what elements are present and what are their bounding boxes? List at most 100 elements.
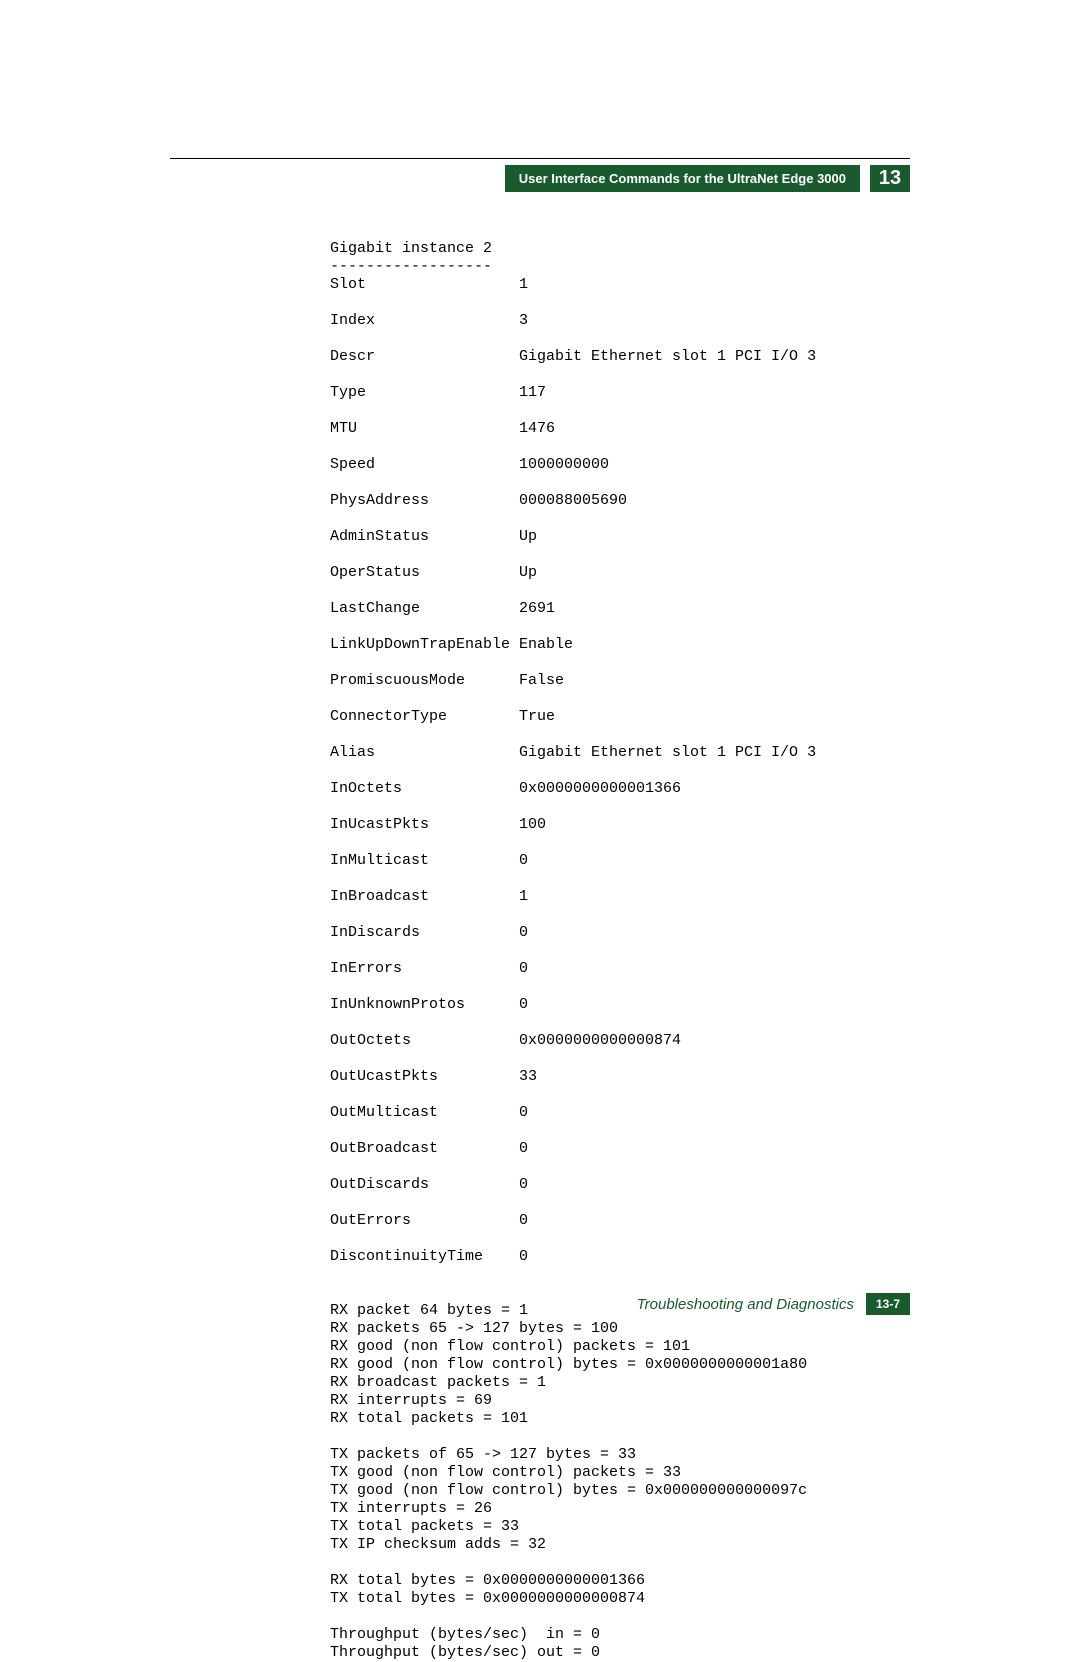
kv-value: 1000000000 [519,456,609,473]
kv-row: InErrors0 [330,960,910,978]
fields-block: Slot1 Index3 DescrGigabit Ethernet slot … [330,276,910,1266]
kv-value: 33 [519,1068,537,1085]
kv-key: InDiscards [330,924,519,942]
kv-key: OutErrors [330,1212,519,1230]
kv-value: 117 [519,384,546,401]
kv-value: 0x0000000000001366 [519,780,681,797]
kv-value: 0 [519,1248,528,1265]
kv-value: True [519,708,555,725]
kv-row: LinkUpDownTrapEnableEnable [330,636,910,654]
kv-value: Enable [519,636,573,653]
kv-row: InUcastPkts100 [330,816,910,834]
kv-value: 3 [519,312,528,329]
kv-row: OutDiscards0 [330,1176,910,1194]
rx-line: RX total packets = 101 [330,1410,528,1427]
kv-key: OutBroadcast [330,1140,519,1158]
kv-row: MTU1476 [330,420,910,438]
kv-key: InUnknownProtos [330,996,519,1014]
terminal-output: Gigabit instance 2 ------------------ Sl… [330,222,910,1662]
totals-line: RX total bytes = 0x0000000000001366 [330,1572,645,1589]
kv-key: PromiscuousMode [330,672,519,690]
throughput-block: Throughput (bytes/sec) in = 0 Throughput… [330,1626,600,1661]
totals-line: TX total bytes = 0x0000000000000874 [330,1590,645,1607]
kv-row: DescrGigabit Ethernet slot 1 PCI I/O 3 [330,348,910,366]
kv-value: 0x0000000000000874 [519,1032,681,1049]
kv-key: Speed [330,456,519,474]
kv-key: Alias [330,744,519,762]
kv-value: 0 [519,924,528,941]
rx-line: RX good (non flow control) bytes = 0x000… [330,1356,807,1373]
tx-line: TX interrupts = 26 [330,1500,492,1517]
kv-row: InBroadcast1 [330,888,910,906]
kv-value: 0 [519,1212,528,1229]
footer-row: Troubleshooting and Diagnostics 13-7 [637,1293,910,1315]
kv-key: PhysAddress [330,492,519,510]
kv-value: 000088005690 [519,492,627,509]
rx-line: RX broadcast packets = 1 [330,1374,546,1391]
kv-key: InBroadcast [330,888,519,906]
kv-key: InUcastPkts [330,816,519,834]
tx-line: TX packets of 65 -> 127 bytes = 33 [330,1446,636,1463]
kv-value: Up [519,528,537,545]
kv-value: 0 [519,960,528,977]
kv-row: PromiscuousModeFalse [330,672,910,690]
kv-key: OperStatus [330,564,519,582]
kv-row: OutUcastPkts33 [330,1068,910,1086]
kv-value: 2691 [519,600,555,617]
kv-row: PhysAddress000088005690 [330,492,910,510]
kv-value: 0 [519,996,528,1013]
kv-key: MTU [330,420,519,438]
kv-row: InUnknownProtos0 [330,996,910,1014]
header-row: User Interface Commands for the UltraNet… [170,165,910,192]
rx-line: RX good (non flow control) packets = 101 [330,1338,690,1355]
kv-key: DiscontinuityTime [330,1248,519,1266]
throughput-line: Throughput (bytes/sec) out = 0 [330,1644,600,1661]
throughput-line: Throughput (bytes/sec) in = 0 [330,1626,600,1643]
kv-row: OutMulticast0 [330,1104,910,1122]
tx-line: TX total packets = 33 [330,1518,519,1535]
kv-key: OutOctets [330,1032,519,1050]
rx-line: RX packets 65 -> 127 bytes = 100 [330,1320,618,1337]
section-separator: ------------------ [330,258,492,275]
kv-key: OutUcastPkts [330,1068,519,1086]
kv-row: Type117 [330,384,910,402]
tx-block: TX packets of 65 -> 127 bytes = 33 TX go… [330,1446,807,1553]
kv-row: AliasGigabit Ethernet slot 1 PCI I/O 3 [330,744,910,762]
kv-row: OutErrors0 [330,1212,910,1230]
footer-page-number: 13-7 [866,1293,910,1315]
kv-row: Index3 [330,312,910,330]
kv-row: DiscontinuityTime0 [330,1248,910,1266]
kv-key: Type [330,384,519,402]
kv-value: 0 [519,1104,528,1121]
kv-key: OutMulticast [330,1104,519,1122]
kv-row: InMulticast0 [330,852,910,870]
kv-value: 0 [519,1140,528,1157]
kv-row: OutBroadcast0 [330,1140,910,1158]
kv-row: OperStatusUp [330,564,910,582]
kv-value: 1 [519,888,528,905]
kv-key: Index [330,312,519,330]
page: User Interface Commands for the UltraNet… [0,0,1080,1397]
rx-block: RX packet 64 bytes = 1 RX packets 65 -> … [330,1302,807,1427]
kv-value: 1 [519,276,528,293]
kv-row: AdminStatusUp [330,528,910,546]
kv-key: LastChange [330,600,519,618]
kv-value: 1476 [519,420,555,437]
chapter-number-box: 13 [870,165,910,192]
section-heading: Gigabit instance 2 [330,240,492,257]
kv-value: Gigabit Ethernet slot 1 PCI I/O 3 [519,744,816,761]
kv-key: InMulticast [330,852,519,870]
kv-value: Up [519,564,537,581]
kv-key: Descr [330,348,519,366]
kv-key: InErrors [330,960,519,978]
kv-row: ConnectorTypeTrue [330,708,910,726]
totals-block: RX total bytes = 0x0000000000001366 TX t… [330,1572,645,1607]
kv-row: InOctets0x0000000000001366 [330,780,910,798]
rx-line: RX interrupts = 69 [330,1392,492,1409]
kv-row: OutOctets0x0000000000000874 [330,1032,910,1050]
kv-key: ConnectorType [330,708,519,726]
kv-row: Slot1 [330,276,910,294]
kv-key: OutDiscards [330,1176,519,1194]
footer-title: Troubleshooting and Diagnostics [637,1293,854,1315]
kv-row: Speed1000000000 [330,456,910,474]
